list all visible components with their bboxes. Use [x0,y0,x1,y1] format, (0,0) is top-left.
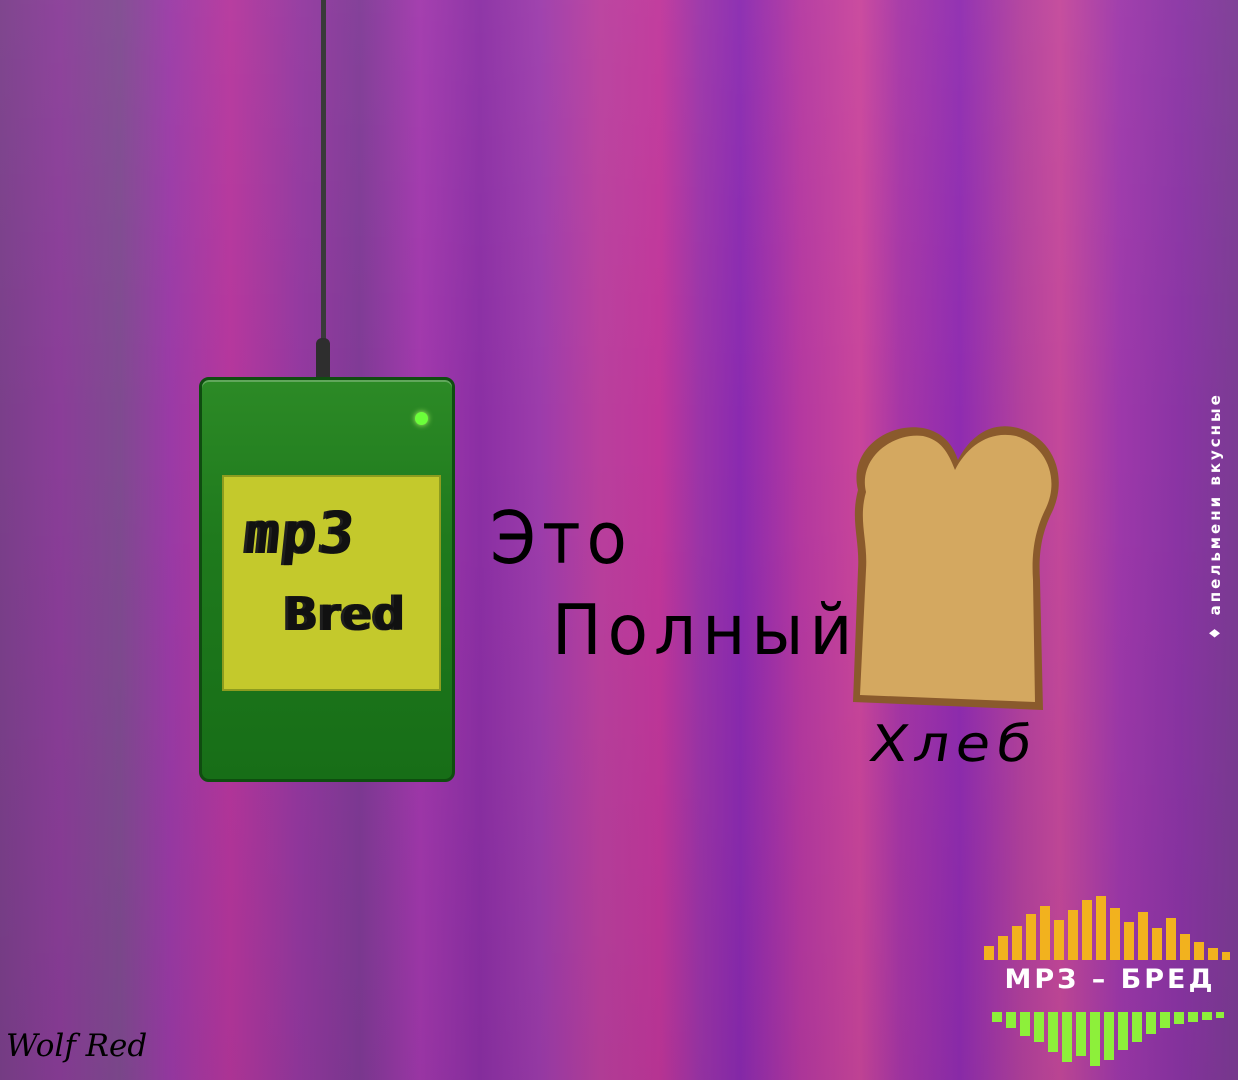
screen-text-mp3: mp3 [242,499,361,567]
logo-text: МРЗ – БРЕД [1004,964,1216,995]
bread-crumb [860,434,1052,702]
caption-line-2: Полный [552,590,859,671]
power-led-icon [415,412,428,425]
artist-signature: Wolf Red [6,1028,148,1064]
caption-line-1: Это [490,496,633,581]
equalizer-bottom-bars [992,1012,1224,1066]
hanging-cord [321,0,326,380]
mp3-player: mp3 Bred [199,377,455,782]
bread-label: Хлеб [865,715,1042,774]
equalizer-top-bars [984,896,1230,960]
cord-connector [316,338,330,382]
vertical-watermark-text: ♦ апельмени вкусные [1206,392,1224,640]
mp3-screen: mp3 Bred [222,475,441,691]
bread-slice-icon [853,426,1059,710]
screen-text-bred: Bred [284,587,406,641]
